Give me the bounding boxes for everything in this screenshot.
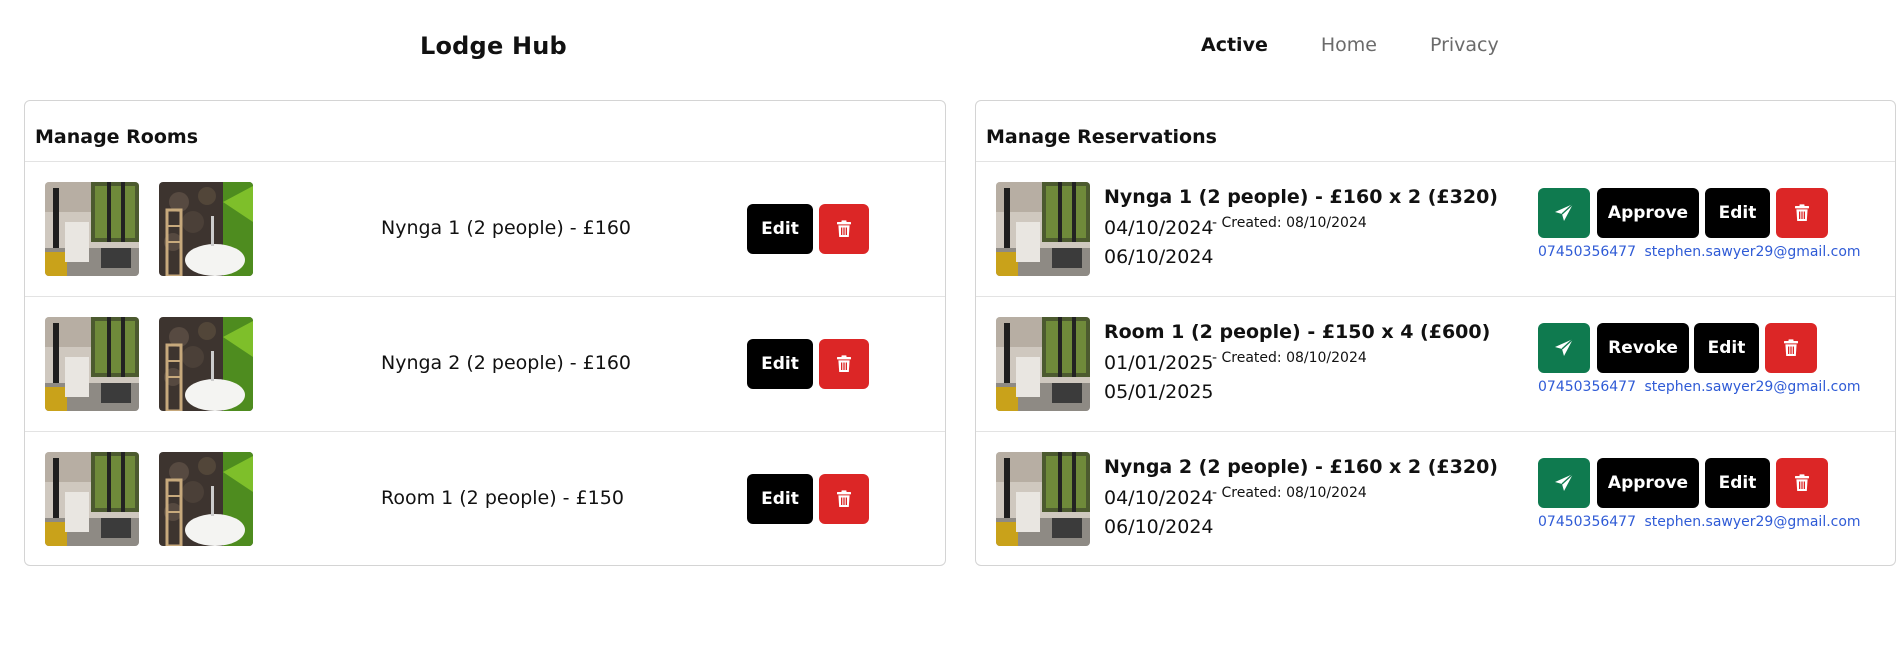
room-row: Room 1 (2 people) - £150 Edit bbox=[25, 432, 945, 567]
nav-active[interactable]: Active bbox=[1201, 34, 1268, 56]
contact-info: 07450356477 stephen.sawyer29@gmail.com bbox=[1538, 514, 1865, 530]
room-row: Nynga 2 (2 people) - £160 Edit bbox=[25, 297, 945, 432]
manage-reservations-card: Manage Reservations Nynga 1 (2 people) -… bbox=[975, 100, 1896, 566]
email-link[interactable]: stephen.sawyer29@gmail.com bbox=[1644, 514, 1860, 530]
contact-info: 07450356477 stephen.sawyer29@gmail.com bbox=[1538, 244, 1865, 260]
check-in-date: 04/10/2024 bbox=[1104, 217, 1214, 239]
reservation-row: Nynga 1 (2 people) - £160 x 2 (£320) 04/… bbox=[976, 162, 1895, 297]
room-photo bbox=[159, 317, 253, 411]
nav-home[interactable]: Home bbox=[1321, 34, 1377, 56]
reservation-title: Nynga 1 (2 people) - £160 x 2 (£320) bbox=[1104, 186, 1498, 208]
room-photo bbox=[996, 317, 1090, 411]
trash-icon bbox=[836, 490, 852, 508]
email-link[interactable]: stephen.sawyer29@gmail.com bbox=[1644, 379, 1860, 395]
check-out-date: 06/10/2024 bbox=[1104, 246, 1214, 268]
delete-room-button[interactable] bbox=[819, 339, 869, 389]
phone-link[interactable]: 07450356477 bbox=[1538, 514, 1636, 530]
manage-rooms-title: Manage Rooms bbox=[25, 101, 945, 162]
room-label: Nynga 2 (2 people) - £160 bbox=[381, 352, 632, 374]
approve-button[interactable]: Approve bbox=[1597, 188, 1699, 238]
room-row: Nynga 1 (2 people) - £160 Edit bbox=[25, 162, 945, 297]
check-out-date: 06/10/2024 bbox=[1104, 516, 1214, 538]
room-photo bbox=[45, 317, 139, 411]
trash-icon bbox=[836, 220, 852, 238]
reservation-row: Room 1 (2 people) - £150 x 4 (£600) 01/0… bbox=[976, 297, 1895, 432]
created-date: - Created: 08/10/2024 bbox=[1212, 350, 1367, 366]
send-button[interactable] bbox=[1538, 458, 1590, 508]
edit-reservation-button[interactable]: Edit bbox=[1705, 458, 1770, 508]
delete-room-button[interactable] bbox=[819, 204, 869, 254]
delete-reservation-button[interactable] bbox=[1765, 323, 1817, 373]
contact-info: 07450356477 stephen.sawyer29@gmail.com bbox=[1538, 379, 1865, 395]
edit-room-button[interactable]: Edit bbox=[747, 204, 813, 254]
room-photo bbox=[996, 182, 1090, 276]
email-link[interactable]: stephen.sawyer29@gmail.com bbox=[1644, 244, 1860, 260]
room-label: Nynga 1 (2 people) - £160 bbox=[381, 217, 632, 239]
phone-link[interactable]: 07450356477 bbox=[1538, 244, 1636, 260]
room-photo bbox=[159, 182, 253, 276]
delete-reservation-button[interactable] bbox=[1776, 458, 1828, 508]
edit-reservation-button[interactable]: Edit bbox=[1705, 188, 1770, 238]
reservation-title: Room 1 (2 people) - £150 x 4 (£600) bbox=[1104, 321, 1491, 343]
room-photo bbox=[45, 452, 139, 546]
reservation-row: Nynga 2 (2 people) - £160 x 2 (£320) 04/… bbox=[976, 432, 1895, 567]
paper-plane-icon bbox=[1554, 473, 1574, 493]
paper-plane-icon bbox=[1554, 338, 1574, 358]
trash-icon bbox=[1794, 474, 1810, 492]
created-date: - Created: 08/10/2024 bbox=[1212, 215, 1367, 231]
trash-icon bbox=[836, 355, 852, 373]
edit-room-button[interactable]: Edit bbox=[747, 474, 813, 524]
room-photo bbox=[45, 182, 139, 276]
nav-privacy[interactable]: Privacy bbox=[1430, 34, 1499, 56]
phone-link[interactable]: 07450356477 bbox=[1538, 379, 1636, 395]
check-in-date: 04/10/2024 bbox=[1104, 487, 1214, 509]
top-header: Lodge Hub Active Home Privacy bbox=[0, 0, 1899, 95]
approve-button[interactable]: Approve bbox=[1597, 458, 1699, 508]
send-button[interactable] bbox=[1538, 323, 1590, 373]
edit-reservation-button[interactable]: Edit bbox=[1694, 323, 1759, 373]
created-date: - Created: 08/10/2024 bbox=[1212, 485, 1367, 501]
check-in-date: 01/01/2025 bbox=[1104, 352, 1214, 374]
manage-rooms-card: Manage Rooms Nynga 1 (2 people) - £160 E… bbox=[24, 100, 946, 566]
manage-reservations-title: Manage Reservations bbox=[976, 101, 1895, 162]
room-label: Room 1 (2 people) - £150 bbox=[381, 487, 624, 509]
paper-plane-icon bbox=[1554, 203, 1574, 223]
delete-reservation-button[interactable] bbox=[1776, 188, 1828, 238]
revoke-button[interactable]: Revoke bbox=[1597, 323, 1689, 373]
trash-icon bbox=[1794, 204, 1810, 222]
trash-icon bbox=[1783, 339, 1799, 357]
room-photo bbox=[996, 452, 1090, 546]
brand-logo[interactable]: Lodge Hub bbox=[420, 32, 567, 60]
main-nav: Active Home Privacy bbox=[1201, 34, 1552, 56]
room-photo bbox=[159, 452, 253, 546]
delete-room-button[interactable] bbox=[819, 474, 869, 524]
send-button[interactable] bbox=[1538, 188, 1590, 238]
edit-room-button[interactable]: Edit bbox=[747, 339, 813, 389]
check-out-date: 05/01/2025 bbox=[1104, 381, 1214, 403]
reservation-title: Nynga 2 (2 people) - £160 x 2 (£320) bbox=[1104, 456, 1498, 478]
